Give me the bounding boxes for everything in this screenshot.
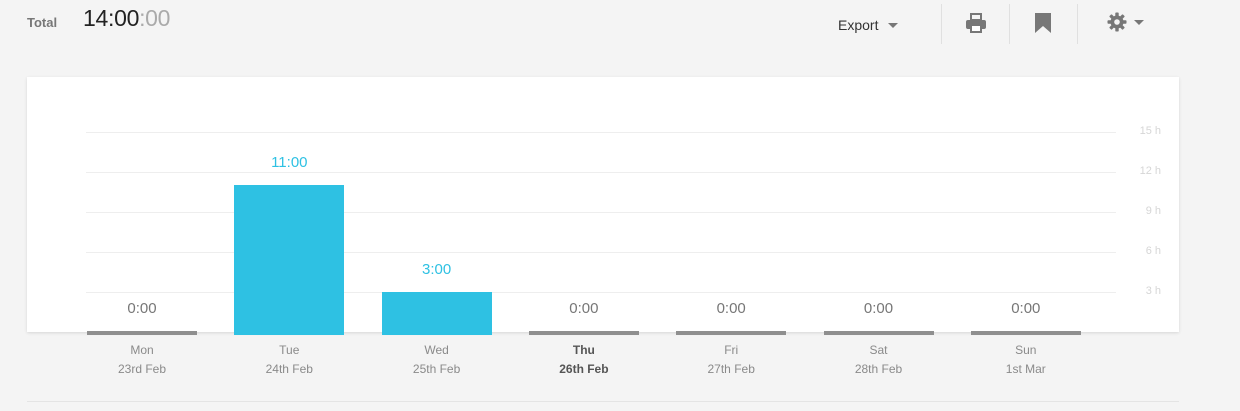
day-date: 26th Feb <box>559 362 609 376</box>
day-date: 23rd Feb <box>117 362 167 376</box>
toolbar-divider <box>1009 4 1010 44</box>
bookmark-button[interactable] <box>1034 12 1052 34</box>
bar-sat[interactable] <box>823 331 934 335</box>
bar-mon[interactable] <box>87 331 197 335</box>
total-time: 14:00:00 <box>83 5 170 32</box>
day-name: Sun <box>1015 343 1037 357</box>
gear-icon <box>1107 12 1127 32</box>
toolbar-divider <box>1077 4 1078 44</box>
x-tick-label: Mon 23rd Feb <box>87 341 197 379</box>
bar-wed[interactable] <box>381 292 492 335</box>
total-time-seconds: :00 <box>139 5 171 31</box>
day-name: Fri <box>724 343 739 357</box>
y-tick-label: 9 h <box>1145 205 1161 217</box>
x-tick-label: Wed 25th Feb <box>382 341 492 379</box>
y-tick-label: 15 h <box>1139 125 1161 137</box>
bar-thu[interactable] <box>528 331 639 335</box>
bar-value-label: 0:00 <box>863 300 894 317</box>
y-tick-label: 6 h <box>1145 245 1161 257</box>
day-name: Mon <box>130 343 154 357</box>
print-button[interactable] <box>965 12 987 34</box>
gridline <box>86 172 1116 173</box>
bookmark-icon <box>1035 13 1051 33</box>
bar-value-label: 3:00 <box>421 261 452 278</box>
gridline <box>86 132 1116 133</box>
divider <box>27 401 1179 402</box>
day-date: 28th Feb <box>854 362 903 376</box>
total-time-hours: 14:00 <box>83 5 140 31</box>
x-tick-label: Sun 1st Mar <box>971 341 1081 379</box>
day-date: 27th Feb <box>707 362 755 376</box>
export-label: Export <box>838 17 879 33</box>
bar-sun[interactable] <box>970 331 1081 335</box>
day-name: Tue <box>279 343 300 357</box>
bar-fri[interactable] <box>676 331 787 335</box>
bar-value-label: 0:00 <box>569 300 599 317</box>
total-label: Total <box>27 15 58 30</box>
x-tick-label: Thu 26th Feb <box>529 341 639 379</box>
weekly-hours-chart: 3 h 6 h 9 h 12 h 15 h 0:00 11:00 3:00 0:00 0:00 0:… <box>27 77 1179 335</box>
x-tick-label: Tue 24th Feb <box>234 341 344 379</box>
toolbar-divider <box>941 4 942 44</box>
day-date: 24th Feb <box>265 362 313 376</box>
day-name: Sat <box>869 343 888 357</box>
x-tick-label: Sat 28th Feb <box>824 341 934 379</box>
bar-value-label: 0:00 <box>716 300 746 317</box>
day-name: Wed <box>424 343 449 357</box>
bar-value-label: 0:00 <box>127 300 157 317</box>
bar-value-label: 11:00 <box>271 154 308 172</box>
settings-dropdown[interactable] <box>1107 12 1144 32</box>
y-tick-label: 12 h <box>1139 165 1161 177</box>
x-tick-label: Fri 27th Feb <box>676 341 786 379</box>
chevron-down-icon <box>1134 19 1144 25</box>
y-tick-label: 3 h <box>1145 285 1161 297</box>
day-date: 1st Mar <box>1005 362 1046 376</box>
bar-value-label: 0:00 <box>1011 300 1041 317</box>
print-icon <box>966 13 986 33</box>
bar-tue[interactable] <box>234 185 345 335</box>
chevron-down-icon <box>888 22 899 28</box>
export-dropdown[interactable]: Export <box>838 13 899 37</box>
summary-header: Total 14:00:00 <box>0 0 1240 50</box>
day-date: 25th Feb <box>412 362 461 376</box>
day-name: Thu <box>572 343 595 357</box>
